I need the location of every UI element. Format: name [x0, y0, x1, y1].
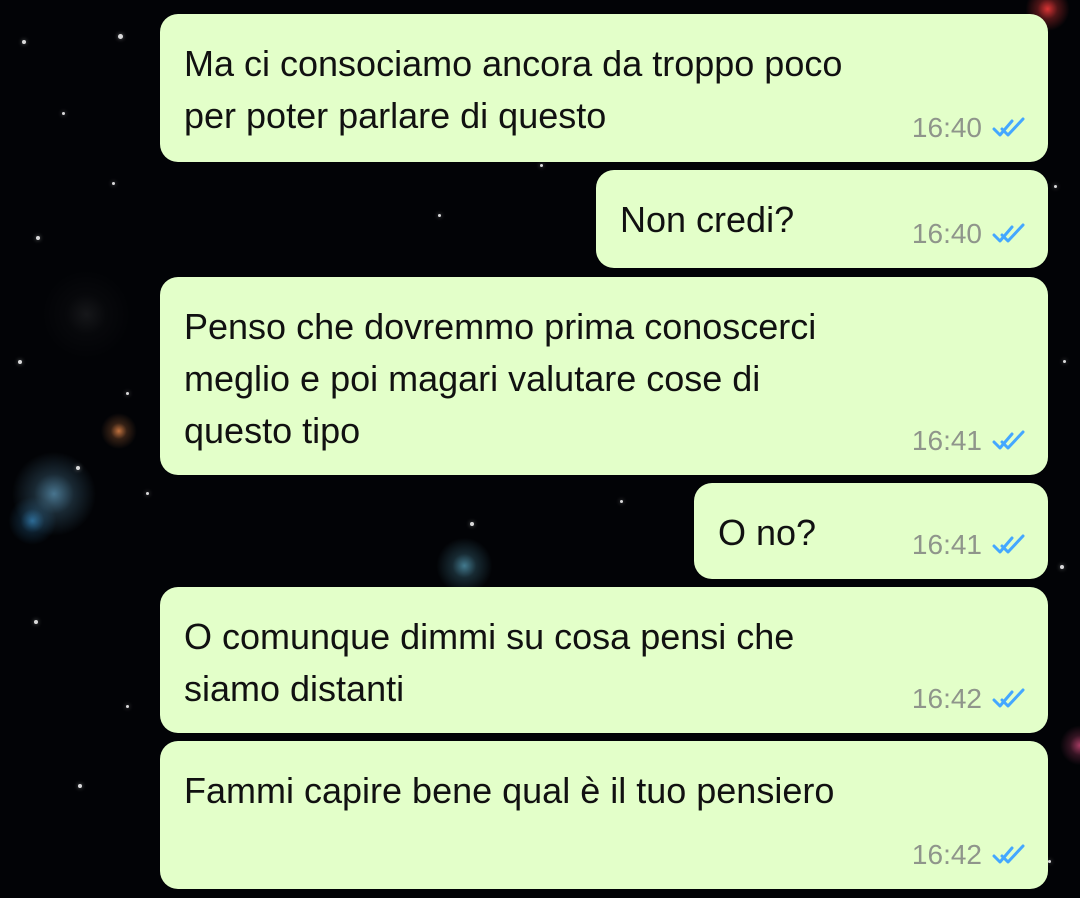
message-time: 16:41 [911, 425, 982, 456]
message-time: 16:41 [911, 529, 982, 560]
double-check-icon [992, 844, 1026, 866]
message-text: Penso che dovremmo prima conoscerci megl… [184, 306, 817, 451]
message-time: 16:40 [911, 112, 982, 143]
message-bubble[interactable]: Non credi? 16:40 [596, 170, 1048, 268]
message-time: 16:40 [911, 218, 982, 249]
double-check-icon [992, 688, 1026, 710]
message-text: Fammi capire bene qual è il tuo pensiero [184, 770, 835, 811]
double-check-icon [992, 430, 1026, 452]
message-bubble[interactable]: Ma ci consociamo ancora da troppo poco p… [160, 14, 1048, 162]
message-time: 16:42 [911, 683, 982, 714]
message-time: 16:42 [911, 839, 982, 870]
double-check-icon [992, 117, 1026, 139]
double-check-icon [992, 223, 1026, 245]
message-bubble[interactable]: O comunque dimmi su cosa pensi che siamo… [160, 587, 1048, 733]
chat-thread: Ma ci consociamo ancora da troppo poco p… [0, 0, 1080, 898]
message-text: O comunque dimmi su cosa pensi che siamo… [184, 616, 795, 709]
message-meta: 16:41 [912, 427, 1026, 455]
message-meta: 16:41 [912, 531, 1026, 559]
double-check-icon [992, 534, 1026, 556]
message-meta: 16:42 [912, 841, 1026, 869]
message-meta: 16:42 [912, 685, 1026, 713]
message-meta: 16:40 [912, 114, 1026, 142]
message-bubble[interactable]: O no? 16:41 [694, 483, 1048, 579]
message-bubble[interactable]: Penso che dovremmo prima conoscerci megl… [160, 277, 1048, 475]
message-bubble[interactable]: Fammi capire bene qual è il tuo pensiero… [160, 741, 1048, 889]
message-meta: 16:40 [912, 220, 1026, 248]
message-text: Ma ci consociamo ancora da troppo poco p… [184, 43, 843, 136]
